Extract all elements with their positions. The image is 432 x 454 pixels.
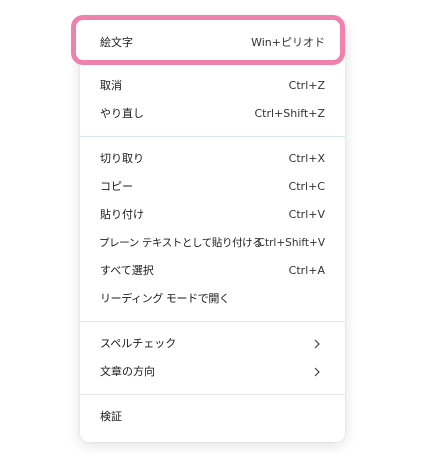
menu-item-label: すべて選択 [100,264,154,277]
menu-item-label: やり直し [100,107,144,120]
menu-item-inspect[interactable]: 検証 [100,406,325,428]
menu-separator [80,321,345,322]
menu-item-shortcut: Ctrl+Shift+Z [254,107,325,120]
menu-separator [80,394,345,395]
menu-item-paste-plain-text[interactable]: プレーン テキストとして貼り付ける Ctrl+Shift+V [99,232,325,254]
menu-item-shortcut: Ctrl+X [288,152,325,165]
chevron-right-icon [314,339,320,349]
menu-item-spellcheck[interactable]: スペルチェック [100,333,325,355]
menu-item-shortcut: Ctrl+Z [288,79,325,92]
menu-item-label: 貼り付け [100,208,144,221]
menu-item-open-reading-mode[interactable]: リーディング モードで開く [100,288,325,310]
menu-item-label: プレーン テキストとして貼り付ける [99,237,263,249]
menu-item-label: 取消 [100,79,122,92]
menu-item-cut[interactable]: 切り取り Ctrl+X [100,148,325,170]
menu-item-emoji[interactable]: 絵文字 Win+ピリオド [100,32,325,54]
menu-item-shortcut: Win+ピリオド [251,36,325,49]
menu-item-label: スペルチェック [100,337,177,350]
menu-item-redo[interactable]: やり直し Ctrl+Shift+Z [100,103,325,125]
menu-item-undo[interactable]: 取消 Ctrl+Z [100,75,325,97]
screen: 絵文字 Win+ピリオド 取消 Ctrl+Z やり直し Ctrl+Shift+Z… [0,0,432,454]
menu-item-label: リーディング モードで開く [100,292,230,305]
menu-item-text-direction[interactable]: 文章の方向 [100,361,325,383]
menu-item-shortcut: Ctrl+Shift+V [257,237,325,249]
menu-item-paste[interactable]: 貼り付け Ctrl+V [100,204,325,226]
menu-separator [80,136,345,137]
menu-item-shortcut: Ctrl+V [288,208,325,221]
menu-item-select-all[interactable]: すべて選択 Ctrl+A [100,260,325,282]
menu-item-shortcut: Ctrl+A [288,264,325,277]
menu-item-copy[interactable]: コピー Ctrl+C [100,176,325,198]
menu-item-label: 検証 [100,410,122,423]
menu-item-label: 文章の方向 [100,365,155,378]
menu-item-shortcut: Ctrl+C [288,180,325,193]
menu-item-label: コピー [100,180,133,193]
menu-item-label: 切り取り [100,152,144,165]
chevron-right-icon [314,367,320,377]
menu-item-label: 絵文字 [100,36,133,49]
